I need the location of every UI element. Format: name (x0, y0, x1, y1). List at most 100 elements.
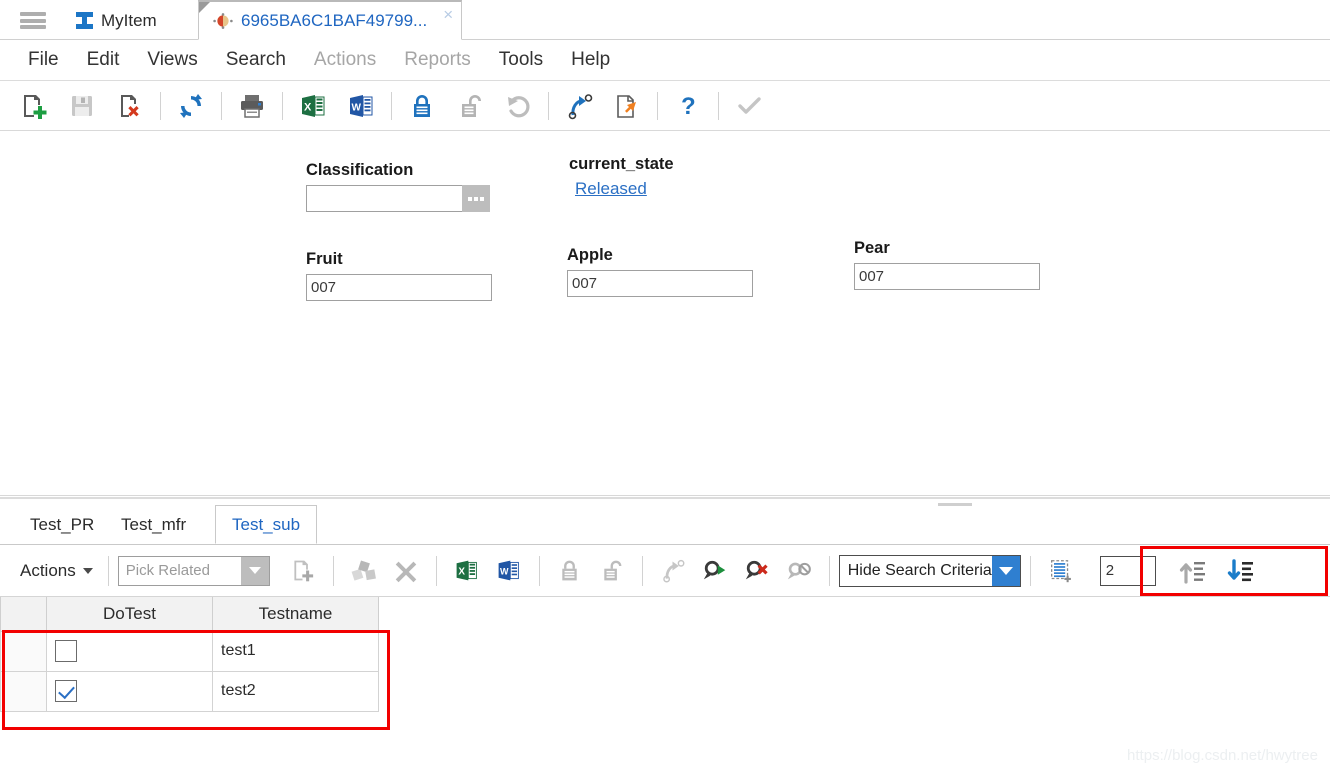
sphere-icon (213, 12, 233, 29)
run-search-icon[interactable] (694, 550, 736, 592)
menu-item-edit[interactable]: Edit (73, 47, 134, 73)
new-search-icon[interactable] (1040, 550, 1082, 592)
close-icon[interactable]: × (443, 6, 453, 23)
menu-item-search[interactable]: Search (212, 47, 300, 73)
new-document-icon[interactable] (10, 84, 58, 128)
grid-header-row: DoTest Testname (0, 597, 379, 632)
menu-item-actions: Actions (313, 49, 377, 70)
unlock-icon (446, 84, 494, 128)
current-state-link[interactable]: Released (575, 179, 674, 199)
panel-splitter[interactable] (0, 496, 1330, 506)
toolbar-separator (160, 91, 161, 120)
row-selector-cell[interactable] (0, 630, 47, 672)
structure-browser-icon (343, 550, 385, 592)
dotest-checkbox[interactable] (55, 680, 77, 702)
apple-input[interactable] (567, 270, 753, 297)
ibeam-icon (76, 12, 93, 29)
menu-item-help[interactable]: Help (557, 47, 624, 73)
row-selector-cell[interactable] (0, 670, 47, 712)
application-window: MyItem 6965BA6C1BAF49799... × File Edit … (0, 0, 1330, 776)
classification-browse-button[interactable] (462, 185, 490, 212)
lock-icon[interactable] (398, 84, 446, 128)
grid-header-dotest[interactable]: DoTest (46, 597, 213, 632)
grid-header-selector[interactable] (0, 597, 47, 632)
copy-to-icon[interactable] (603, 84, 651, 128)
help-icon[interactable]: ? (664, 84, 712, 128)
toolbar-separator (1029, 555, 1031, 586)
menu-item-tools[interactable]: Tools (485, 47, 557, 73)
menu-item-views[interactable]: Views (133, 47, 211, 73)
tab-label: MyItem (101, 10, 157, 30)
field-pear: Pear (854, 239, 1040, 290)
clear-search-icon[interactable] (736, 550, 778, 592)
pick-related-dropdown[interactable]: Pick Related (117, 555, 270, 586)
check-icon (725, 84, 773, 128)
splitter-bar (0, 497, 1330, 499)
table-row[interactable]: test1 (0, 630, 379, 672)
print-icon[interactable] (228, 84, 276, 128)
actions-dropdown-button[interactable]: Actions (14, 558, 99, 584)
remove-icon (385, 550, 427, 592)
svg-text:W: W (352, 102, 362, 113)
promote-icon[interactable] (555, 84, 603, 128)
toolbar-separator (548, 91, 549, 120)
toolbar-separator (657, 91, 658, 120)
dotest-cell[interactable] (46, 670, 213, 712)
tab-myitem[interactable]: MyItem (62, 1, 171, 40)
tab-label: 6965BA6C1BAF49799... (241, 10, 428, 30)
menu-bar: File Edit Views Search Actions Reports T… (0, 40, 1330, 81)
toolbar-separator (435, 555, 437, 586)
page-size-input[interactable] (1099, 555, 1156, 586)
pick-related-value: Pick Related (125, 562, 210, 579)
undo-icon (494, 84, 542, 128)
results-grid: DoTest Testname test1 test2 (0, 597, 1330, 717)
toolbar-separator (828, 555, 830, 586)
export-word-icon[interactable]: W (337, 84, 385, 128)
table-row[interactable]: test2 (0, 670, 379, 712)
toolbar-separator (718, 91, 719, 120)
field-label: Classification (306, 161, 414, 179)
pear-input[interactable] (854, 263, 1040, 290)
watermark-text: https://blog.csdn.net/hwytree (1127, 747, 1318, 764)
sub-tab-test-pr[interactable]: Test_PR (14, 506, 110, 544)
actions-label: Actions (20, 560, 76, 580)
field-classification: Classification (306, 161, 490, 212)
sort-descending-icon[interactable] (1220, 550, 1262, 592)
field-apple: Apple (567, 246, 753, 297)
sub-tab-test-sub[interactable]: Test_sub (215, 505, 318, 544)
export-excel-icon[interactable]: X (289, 84, 337, 128)
svg-text:X: X (459, 567, 466, 578)
main-toolbar: X W ? (0, 81, 1330, 131)
menu-item-reports: Reports (404, 49, 471, 70)
sub-tab-strip: Test_PR Test_mfr Test_sub (0, 505, 1330, 545)
classification-input[interactable] (306, 185, 462, 212)
unlock-icon (591, 550, 633, 592)
testname-cell: test1 (212, 630, 379, 672)
chevron-down-icon (82, 567, 93, 574)
grid-toolbar: Actions Pick Related X W Hide Search Cri… (0, 545, 1330, 597)
dotest-checkbox[interactable] (55, 640, 77, 662)
hamburger-menu-icon[interactable] (20, 12, 46, 29)
export-excel-icon[interactable]: X (446, 550, 488, 592)
hide-search-criteria-dropdown[interactable]: Hide Search Criteria (838, 554, 1021, 587)
save-icon (58, 84, 106, 128)
disable-search-icon (778, 550, 820, 592)
menu-item-file[interactable]: File (14, 47, 73, 73)
form-panel: Classification current_state Released Fr… (0, 131, 1330, 496)
svg-text:X: X (304, 101, 312, 113)
sub-tab-test-mfr[interactable]: Test_mfr (105, 506, 202, 544)
toolbar-separator (282, 91, 283, 120)
export-word-icon[interactable]: W (488, 550, 530, 592)
grid-header-testname[interactable]: Testname (212, 597, 379, 632)
toolbar-separator (107, 555, 109, 586)
toolbar-separator (641, 555, 643, 586)
refresh-icon[interactable] (167, 84, 215, 128)
promote-icon (652, 550, 694, 592)
hide-search-criteria-label: Hide Search Criteria (847, 561, 992, 579)
grid-table: DoTest Testname test1 test2 (0, 597, 379, 712)
delete-document-icon[interactable] (106, 84, 154, 128)
dotest-cell[interactable] (46, 630, 213, 672)
tab-document-active[interactable]: 6965BA6C1BAF49799... × (198, 0, 463, 40)
fruit-input[interactable] (306, 274, 492, 301)
lock-icon (549, 550, 591, 592)
